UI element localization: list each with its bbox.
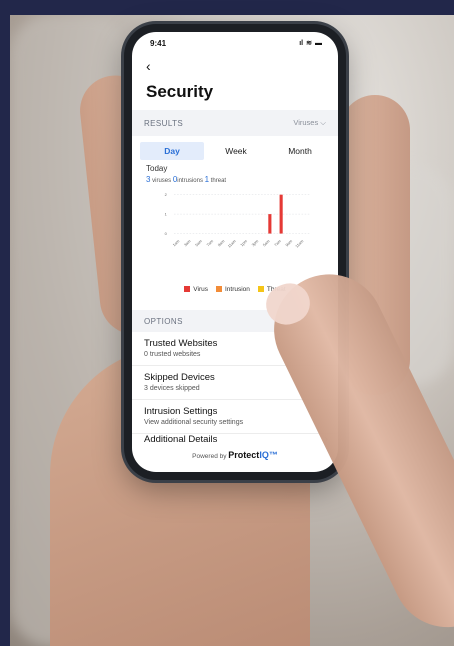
threat-count: 1 [204,175,210,184]
legend-virus-label: Virus [193,286,208,293]
period-label: Today [146,164,168,173]
x-tick-label: 11am [227,239,237,249]
battery-icon: ▬ [315,39,322,47]
x-tick-label: 1pm [239,239,248,248]
signal-icon: ıl [299,39,304,47]
legend-intrusion-label: Intrusion [224,286,250,293]
back-chevron-icon[interactable]: ‹ [146,58,151,74]
x-tick-label: 5am [262,239,271,248]
stats-summary: 3 viruses 0intrusions 1 threat [146,175,226,184]
x-tick-label: 7am [205,239,214,248]
period-tabs: Day Week Month [140,142,332,160]
intrusion-label: intrusions [177,178,203,184]
option-title: Additional Details [144,434,218,445]
results-header: RESULTS Viruses ⌵ [132,110,338,136]
bar-virus [268,214,272,234]
x-tick-label: 11am [294,239,304,249]
legend-intrusion: Intrusion [215,286,250,293]
y-tick-label: 2 [165,192,167,197]
bar-virus [279,194,283,234]
page-title: Security [146,82,214,101]
footer-powered-by: Powered by ProtectIQ™ [132,450,338,460]
legend-intrusion-swatch [215,286,222,293]
brand-suffix: IQ™ [259,450,278,460]
option-additional-details[interactable]: Additional Details › [132,434,338,450]
legend-threat-swatch [257,286,264,293]
x-tick-label: 1am [171,239,180,248]
wifi-icon: ≋ [306,40,312,47]
x-tick-label: 9am [284,239,293,248]
brand-prefix: Protect [228,450,260,460]
legend-virus: Virus [184,286,208,293]
x-tick-label: 3am [183,239,192,248]
option-subtitle: View additional security settings [144,419,244,426]
virus-count: 3 [146,175,151,184]
x-tick-label: 3pm [250,239,259,248]
status-bar: 9:41 ıl ≋ ▬ [132,32,338,54]
option-title: Intrusion Settings [144,406,218,417]
y-tick-label: 0 [165,231,167,236]
x-tick-label: 5am [194,239,203,248]
x-tick-label: 7am [273,239,282,248]
legend-virus-swatch [184,286,191,293]
status-time: 9:41 [150,38,167,48]
results-filter-dropdown[interactable]: Viruses ⌵ [293,118,326,128]
x-tick-label: 9am [217,239,226,248]
y-tick-label: 1 [165,212,167,217]
powered-by-label: Powered by [192,453,227,460]
tab-month[interactable]: Month [268,142,332,160]
virus-label: viruses [152,178,172,184]
tab-week[interactable]: Week [204,142,268,160]
tab-day[interactable]: Day [140,142,204,160]
brand-logo: ProtectIQ™ [228,450,278,460]
results-label: RESULTS [144,118,184,128]
threat-label: threat [210,178,227,184]
activity-chart: 0121am 3am 5am 7am 9am 11am 1pm 3pm 5am 7am 9am 11a… [165,192,310,249]
